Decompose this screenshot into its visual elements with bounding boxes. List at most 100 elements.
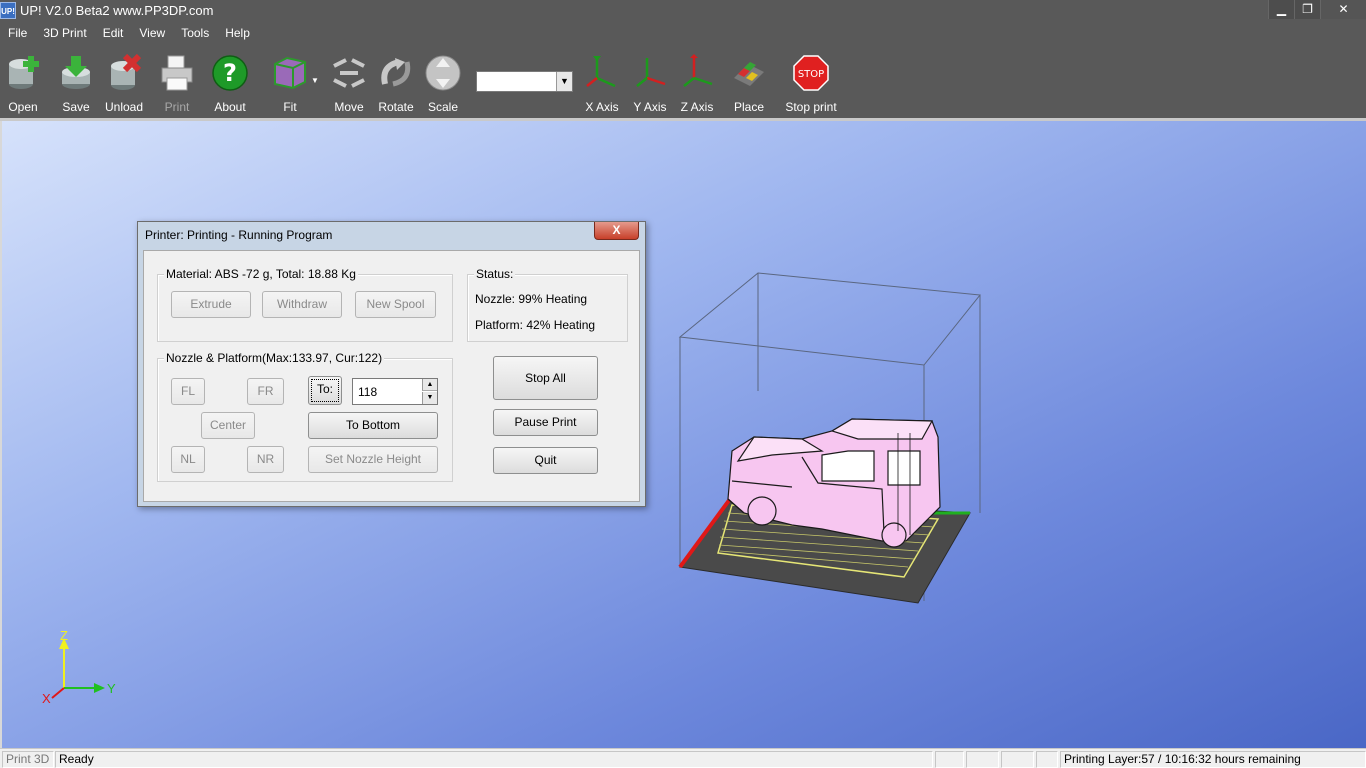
place-icon — [734, 62, 764, 86]
status-mode: Print 3D — [2, 751, 54, 768]
spin-down-icon[interactable]: ▼ — [422, 392, 437, 404]
combo-dropdown-icon[interactable]: ▼ — [556, 72, 572, 91]
pause-print-button[interactable]: Pause Print — [493, 409, 598, 436]
place-button[interactable]: Place — [722, 50, 776, 114]
unload-button[interactable]: Unload — [97, 50, 151, 114]
print-button[interactable]: Print — [150, 50, 204, 114]
nozzle-status: Nozzle: 99% Heating — [475, 292, 588, 306]
x-axis-button[interactable]: X Axis — [575, 50, 629, 114]
to-bottom-button[interactable]: To Bottom — [308, 412, 438, 439]
withdraw-button[interactable]: Withdraw — [262, 291, 342, 318]
menu-view[interactable]: View — [131, 22, 173, 44]
to-button[interactable]: To: — [308, 376, 342, 405]
menu-3d-print[interactable]: 3D Print — [35, 22, 94, 44]
dialog-body: Material: ABS -72 g, Total: 18.88 Kg Ext… — [143, 250, 640, 502]
axis-z-label: Z — [60, 628, 68, 643]
save-icon — [62, 56, 90, 89]
quit-button[interactable]: Quit — [493, 447, 598, 474]
scale-button[interactable]: Scale — [416, 50, 470, 114]
unload-label: Unload — [104, 100, 144, 114]
material-group: Material: ABS -72 g, Total: 18.88 Kg Ext… — [157, 267, 453, 342]
extrude-button[interactable]: Extrude — [171, 291, 251, 318]
x-axis-label: X Axis — [585, 100, 619, 114]
x-axis-icon — [586, 56, 616, 88]
open-button[interactable]: Open — [0, 50, 50, 114]
fit-cube-icon — [274, 56, 306, 90]
stop-sign-text: STOP — [798, 69, 824, 80]
window-controls: ▁ ❐ ✕ — [1268, 0, 1366, 19]
axis-x-label: X — [42, 691, 51, 706]
axis-indicator: Z Y X — [42, 628, 116, 706]
y-axis-label: Y Axis — [633, 100, 667, 114]
title-bar: UP! UP! V2.0 Beta2 www.PP3DP.com ▁ ❐ ✕ — [0, 0, 1366, 22]
toolbar: Open Save Unload Print ? About Fit ▼ Mov… — [0, 44, 1366, 118]
scale-combo[interactable]: ▼ — [476, 71, 573, 92]
nozzle-platform-label: Nozzle & Platform(Max:133.97, Cur:122) — [164, 351, 385, 365]
fit-button[interactable]: Fit — [263, 50, 317, 114]
z-axis-button[interactable]: Z Axis — [670, 50, 724, 114]
save-label: Save — [62, 100, 90, 114]
unload-icon — [111, 54, 142, 90]
set-nozzle-height-button[interactable]: Set Nozzle Height — [308, 446, 438, 473]
menu-edit[interactable]: Edit — [95, 22, 132, 44]
z-axis-icon — [683, 54, 713, 87]
status-progress: Printing Layer:57 / 10:16:32 hours remai… — [1060, 751, 1366, 768]
menu-help[interactable]: Help — [217, 22, 258, 44]
front-left-button[interactable]: FL — [171, 378, 205, 405]
status-pane-1 — [935, 751, 964, 768]
spin-up-icon[interactable]: ▲ — [422, 379, 437, 391]
y-axis-button[interactable]: Y Axis — [623, 50, 677, 114]
to-height-spinner[interactable]: 118 ▲ ▼ — [352, 378, 438, 405]
fit-dropdown-arrow-icon[interactable]: ▼ — [311, 76, 319, 85]
center-button[interactable]: Center — [201, 412, 255, 439]
menu-bar: File 3D Print Edit View Tools Help — [0, 22, 1366, 44]
rotate-label: Rotate — [378, 100, 414, 114]
front-right-button[interactable]: FR — [247, 378, 284, 405]
maximize-button[interactable]: ❐ — [1294, 0, 1320, 19]
status-label: Status: — [474, 267, 516, 281]
open-icon — [9, 56, 39, 89]
status-group: Status: Nozzle: 99% Heating Platform: 42… — [467, 267, 628, 342]
nozzle-left-button[interactable]: NL — [171, 446, 205, 473]
material-label: Material: ABS -72 g, Total: 18.88 Kg — [164, 267, 358, 281]
dialog-close-button[interactable]: X — [594, 222, 639, 240]
rotate-button[interactable]: Rotate — [369, 50, 423, 114]
to-height-value: 118 — [358, 385, 378, 399]
stop-print-label: Stop print — [785, 100, 837, 114]
printer-icon — [161, 55, 193, 91]
status-pane-4 — [1036, 751, 1058, 768]
move-arrows-icon — [333, 58, 365, 88]
print-label: Print — [164, 100, 190, 114]
app-icon: UP! — [0, 2, 16, 19]
close-button[interactable]: ✕ — [1320, 0, 1366, 19]
scale-icon — [425, 55, 461, 91]
stop-all-button[interactable]: Stop All — [493, 356, 598, 400]
move-label: Move — [334, 100, 364, 114]
status-bar: Print 3D Ready Printing Layer:57 / 10:16… — [0, 748, 1366, 768]
stop-print-button[interactable]: STOP Stop print — [784, 50, 838, 114]
stop-sign-icon: STOP — [793, 55, 829, 91]
svg-text:?: ? — [223, 59, 237, 87]
new-spool-button[interactable]: New Spool — [355, 291, 436, 318]
menu-file[interactable]: File — [0, 22, 35, 44]
axis-y-label: Y — [107, 681, 116, 696]
scale-label: Scale — [427, 100, 459, 114]
move-button[interactable]: Move — [322, 50, 376, 114]
minimize-button[interactable]: ▁ — [1268, 0, 1294, 19]
y-axis-icon — [636, 58, 666, 87]
save-button[interactable]: Save — [49, 50, 103, 114]
open-label: Open — [8, 100, 38, 114]
about-button[interactable]: ? About — [203, 50, 257, 114]
menu-tools[interactable]: Tools — [173, 22, 217, 44]
nozzle-platform-group: Nozzle & Platform(Max:133.97, Cur:122) F… — [157, 351, 453, 482]
z-axis-label: Z Axis — [680, 100, 714, 114]
status-pane-2 — [966, 751, 999, 768]
dialog-title: Printer: Printing - Running Program — [145, 228, 333, 242]
printer-dialog: Printer: Printing - Running Program X Ma… — [137, 221, 646, 507]
window-title: UP! V2.0 Beta2 www.PP3DP.com — [20, 3, 214, 18]
rotate-icon — [381, 58, 411, 87]
about-label: About — [214, 100, 246, 114]
fit-label: Fit — [283, 100, 297, 114]
platform-status: Platform: 42% Heating — [475, 318, 596, 332]
nozzle-right-button[interactable]: NR — [247, 446, 284, 473]
